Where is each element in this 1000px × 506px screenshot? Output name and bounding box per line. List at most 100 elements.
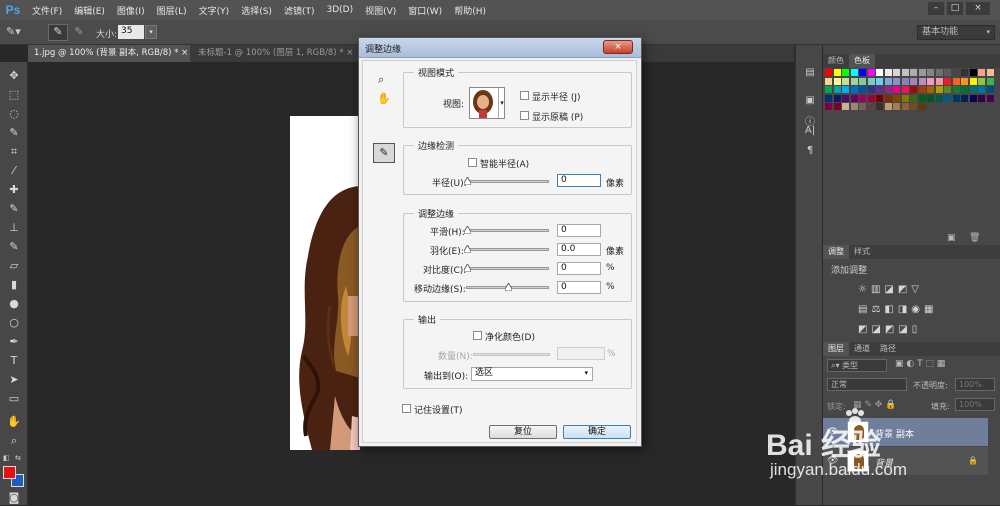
show-radius-checkbox[interactable] [520, 91, 529, 100]
adjustment-icons[interactable]: ☼▥◪◩▽ ▤⚖◧◨◉▦ ◩◪◩◪▯ [858, 280, 978, 340]
smooth-slider[interactable] [464, 226, 549, 234]
tab-layers[interactable]: 图层 [823, 342, 849, 356]
color-swatch[interactable] [901, 103, 909, 110]
rectangle-tool-icon[interactable]: ▭ [4, 391, 24, 407]
view-preview-select[interactable]: ▾ [469, 87, 505, 119]
hand-tool-icon[interactable]: ✋ [377, 92, 391, 106]
radius-slider-thumb[interactable] [464, 177, 471, 185]
color-swatch[interactable] [884, 86, 892, 93]
color-swatch[interactable] [893, 103, 900, 110]
feather-input[interactable]: 0.0 [557, 243, 601, 256]
color-swatch[interactable] [910, 77, 917, 85]
swap-colors-icon[interactable]: ⇆ [15, 454, 25, 464]
color-swatch[interactable] [927, 86, 934, 93]
tab-styles[interactable]: 样式 [849, 245, 875, 259]
quick-select-tool-icon[interactable]: ✎ [4, 125, 24, 141]
color-swatch[interactable] [944, 77, 951, 85]
color-swatch[interactable] [952, 77, 960, 85]
delete-swatch-icon[interactable]: 🗑 [969, 233, 980, 243]
decontaminate-colors-checkbox[interactable] [473, 331, 482, 340]
color-swatch[interactable] [918, 69, 926, 76]
color-swatch[interactable] [825, 77, 832, 85]
color-swatch[interactable] [884, 94, 892, 102]
tab-paths[interactable]: 路径 [875, 342, 901, 356]
color-swatch[interactable] [944, 94, 951, 102]
new-swatch-icon[interactable]: ▣ [947, 233, 956, 243]
opacity-input[interactable]: 100% [955, 378, 995, 391]
color-swatch[interactable] [884, 77, 892, 85]
color-swatch[interactable] [978, 86, 985, 93]
brush-tool-icon[interactable]: ✎ [4, 201, 24, 217]
color-swatch[interactable] [893, 94, 900, 102]
color-swatch[interactable] [969, 77, 977, 85]
document-canvas[interactable] [290, 116, 360, 450]
lasso-tool-icon[interactable]: ◌ [4, 106, 24, 122]
eraser-tool-icon[interactable]: ▱ [4, 258, 24, 274]
color-swatch[interactable] [850, 103, 858, 110]
color-swatch[interactable] [893, 86, 900, 93]
color-swatch[interactable] [876, 94, 883, 102]
default-colors-icon[interactable]: ◧ [3, 454, 13, 464]
color-swatch[interactable] [833, 94, 841, 102]
color-swatch[interactable] [986, 86, 994, 93]
marquee-tool-icon[interactable]: ⬚ [4, 87, 24, 103]
color-swatch[interactable] [859, 103, 866, 110]
color-swatch[interactable] [901, 69, 909, 76]
paragraph-panel-icon[interactable]: ¶ [802, 145, 818, 159]
workspace-select[interactable]: 基本功能 ▾ [917, 25, 995, 40]
contrast-input[interactable]: 0 [557, 262, 601, 275]
menu-window[interactable]: 窗口(W) [402, 4, 448, 17]
shift-edge-slider-thumb[interactable] [505, 283, 512, 291]
color-swatch[interactable] [927, 69, 934, 76]
foreground-color-swatch[interactable] [3, 466, 16, 479]
color-swatch[interactable] [867, 103, 875, 110]
size-input[interactable]: 35 [118, 25, 144, 39]
menu-filter[interactable]: 滤镜(T) [278, 4, 321, 17]
color-swatch[interactable] [961, 77, 968, 85]
menu-type[interactable]: 文字(Y) [193, 4, 236, 17]
color-swatch[interactable] [944, 69, 951, 76]
doc-tab-2[interactable]: 未标题-1 @ 100% (图层 1, RGB/8) * × [192, 45, 362, 62]
color-swatch[interactable] [833, 103, 841, 110]
close-tab-icon[interactable]: × [346, 48, 353, 58]
feather-slider[interactable] [464, 245, 549, 253]
color-swatch[interactable] [961, 94, 968, 102]
color-swatch[interactable] [876, 77, 883, 85]
color-swatch[interactable] [910, 94, 917, 102]
smooth-slider-thumb[interactable] [464, 226, 471, 234]
color-swatch[interactable] [825, 69, 832, 76]
minimize-button[interactable]: – [928, 2, 944, 15]
color-swatch[interactable] [910, 69, 917, 76]
color-swatch[interactable] [961, 69, 968, 76]
color-swatch[interactable] [867, 94, 875, 102]
color-swatch[interactable] [867, 77, 875, 85]
layer-filter-icons[interactable]: ▣ ◐ T ⬚ ▦ [895, 359, 990, 372]
crop-tool-icon[interactable]: ⌗ [4, 144, 24, 160]
swatches-grid[interactable] [825, 69, 995, 169]
color-swatch[interactable] [901, 86, 909, 93]
shift-edge-input[interactable]: 0 [557, 281, 601, 294]
color-swatch[interactable] [867, 86, 875, 93]
color-swatch[interactable] [842, 69, 849, 76]
color-swatch[interactable] [825, 103, 832, 110]
color-swatch[interactable] [961, 86, 968, 93]
color-swatch[interactable] [842, 77, 849, 85]
smooth-input[interactable]: 0 [557, 224, 601, 237]
color-swatch[interactable] [893, 77, 900, 85]
color-swatch[interactable] [825, 86, 832, 93]
color-swatch[interactable] [850, 77, 858, 85]
refine-radius-tool-icon[interactable]: ✎ [48, 24, 68, 41]
color-swatch[interactable] [884, 69, 892, 76]
menu-view[interactable]: 视图(V) [359, 4, 402, 17]
color-swatch[interactable] [952, 86, 960, 93]
erase-refinements-tool-icon[interactable]: ✎ [70, 25, 88, 40]
color-swatch[interactable] [935, 86, 943, 93]
color-swatch[interactable] [918, 77, 926, 85]
shift-edge-slider[interactable] [466, 283, 549, 291]
contrast-slider[interactable] [464, 264, 549, 272]
color-swatch[interactable] [952, 69, 960, 76]
color-swatch[interactable] [918, 94, 926, 102]
history-brush-tool-icon[interactable]: ✎ [4, 239, 24, 255]
color-swatch[interactable] [986, 77, 994, 85]
color-swatch[interactable] [978, 77, 985, 85]
